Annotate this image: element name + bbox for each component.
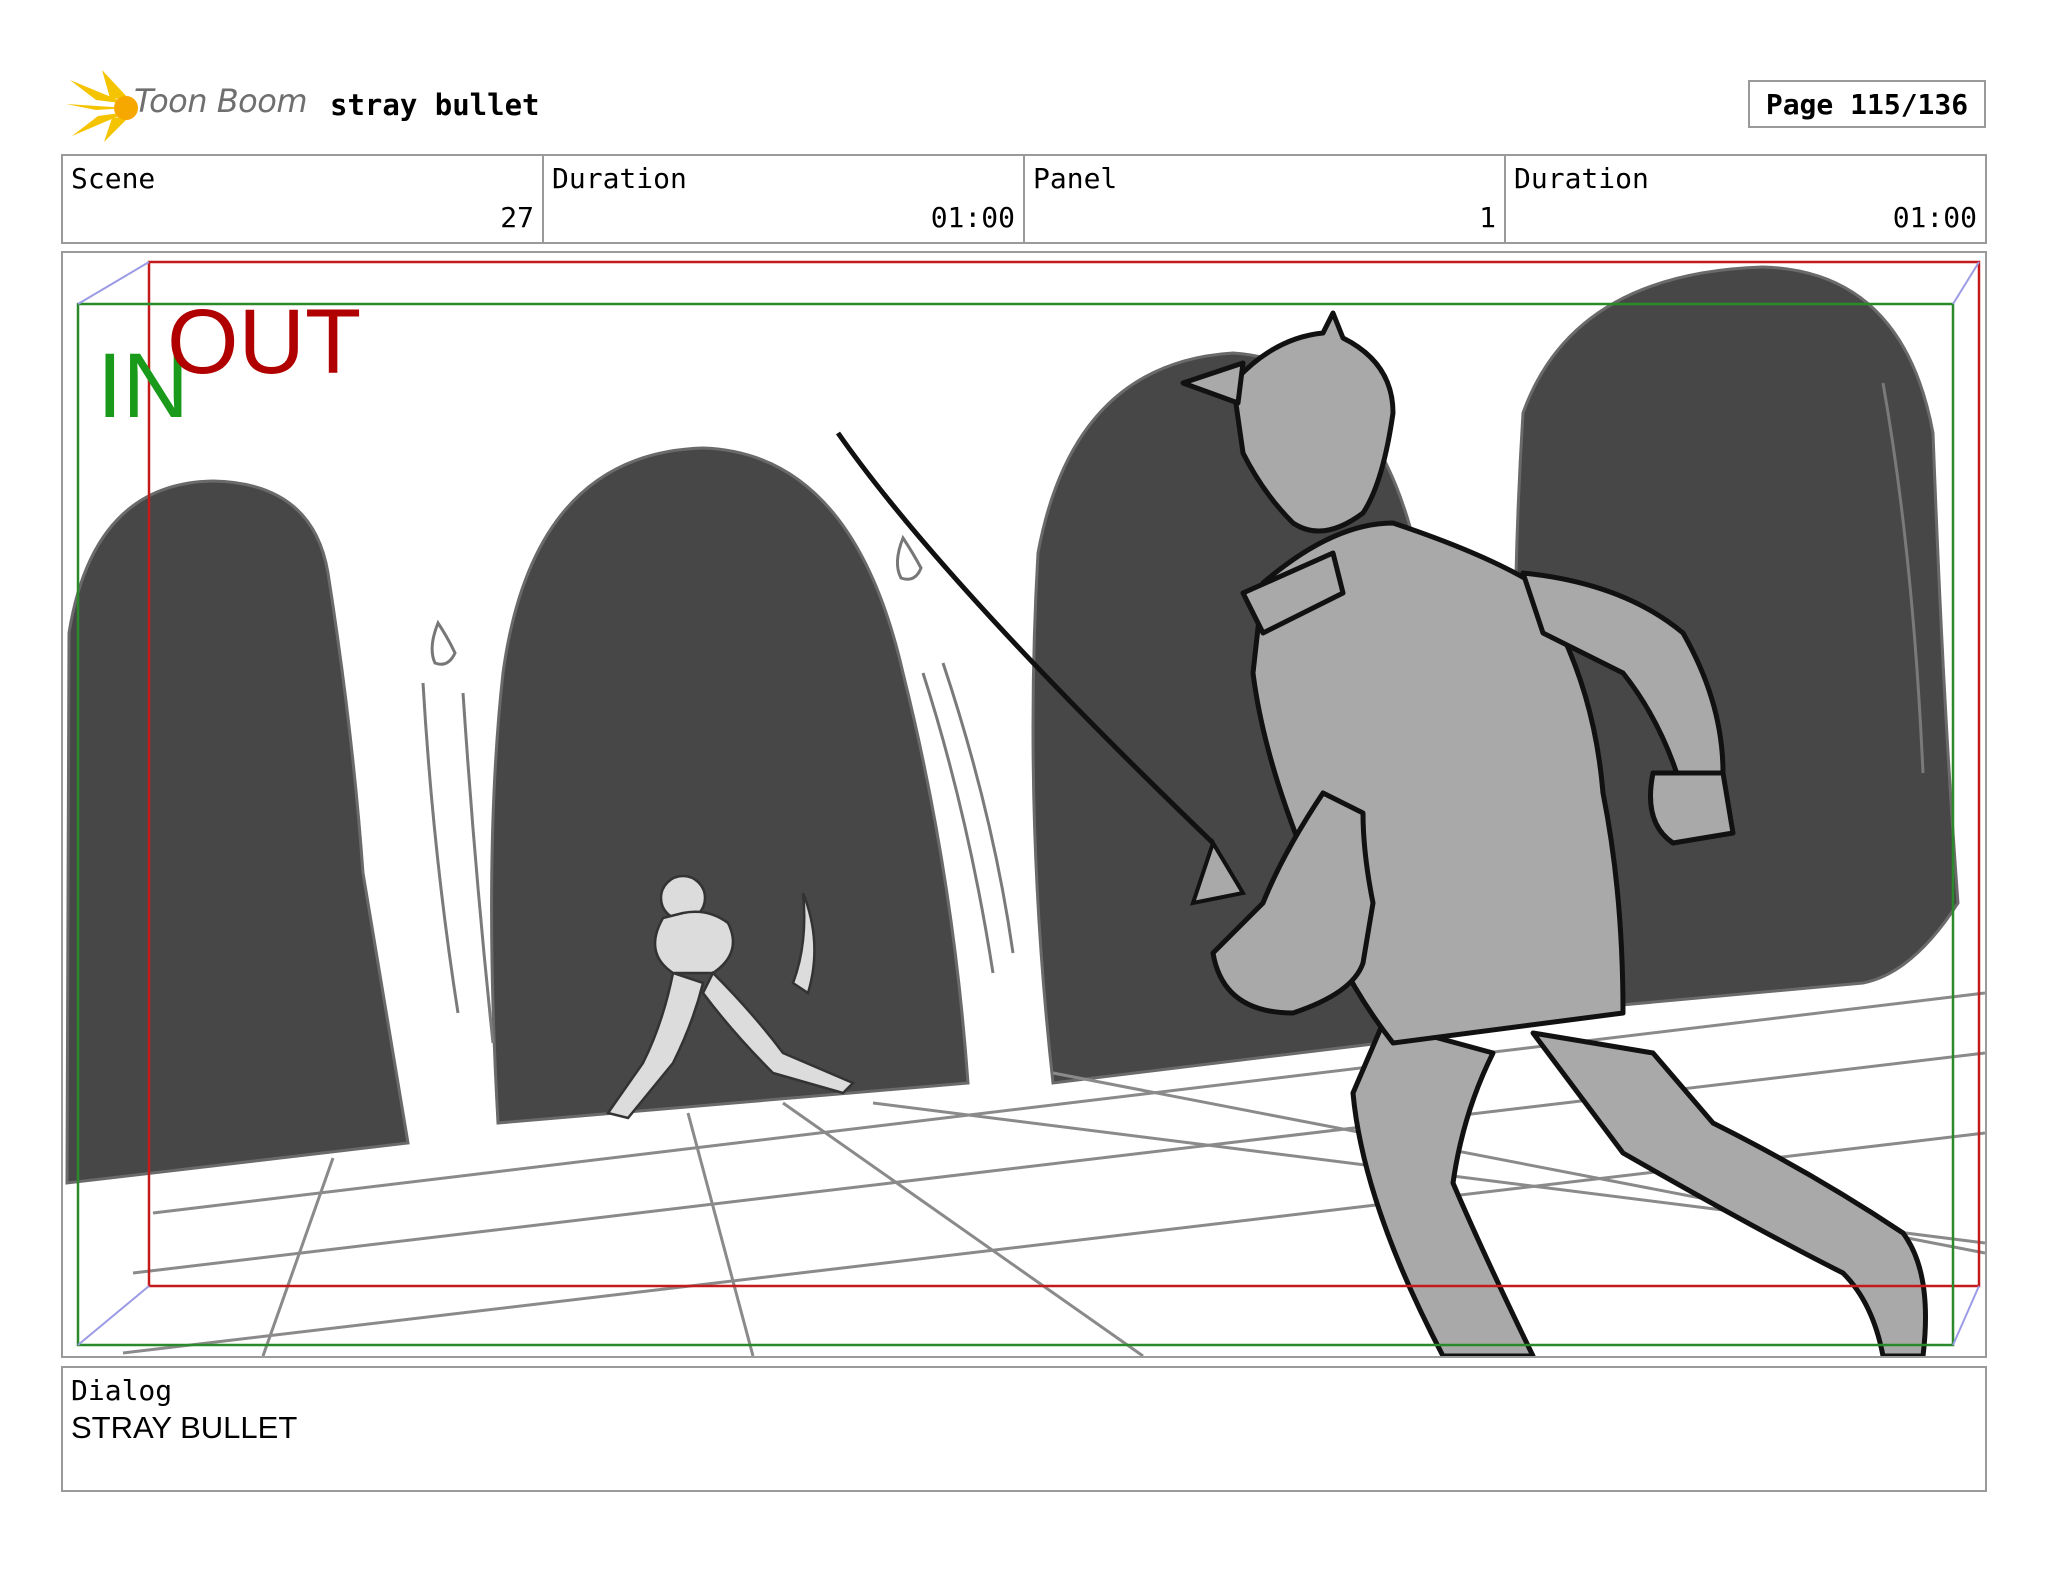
- dialog-text: STRAY BULLET: [71, 1410, 298, 1445]
- panel-info-row: Scene 27 Duration 01:00 Panel 1 Duration…: [61, 154, 1987, 244]
- storyboard-panel: IN OUT: [61, 251, 1987, 1358]
- scene-value: 27: [500, 201, 534, 234]
- panel-duration-value: 01:00: [1892, 201, 1977, 234]
- torch-right: [896, 534, 923, 581]
- dialog-box: Dialog STRAY BULLET: [61, 1366, 1987, 1492]
- panel-value: 1: [1479, 201, 1496, 234]
- panel-duration-label: Duration: [1514, 162, 1649, 195]
- scene-cell: Scene 27: [63, 156, 544, 242]
- panel-cell: Panel 1: [1025, 156, 1506, 242]
- dialog-label: Dialog: [71, 1374, 173, 1407]
- page-indicator: Page 115/136: [1748, 80, 1986, 128]
- scene-duration-label: Duration: [552, 162, 687, 195]
- torch-left: [430, 619, 457, 666]
- storyboard-sketch: IN OUT: [65, 260, 1985, 1356]
- scene-label: Scene: [71, 162, 156, 195]
- scene-duration-cell: Duration 01:00: [544, 156, 1025, 242]
- project-title: stray bullet: [330, 88, 540, 122]
- panel-label: Panel: [1033, 162, 1118, 195]
- logo-text: Toon Boom: [134, 82, 307, 120]
- rock-pillar-1: [65, 479, 410, 1185]
- out-marker: OUT: [167, 291, 361, 393]
- scene-duration-value: 01:00: [930, 201, 1015, 234]
- panel-duration-cell: Duration 01:00: [1506, 156, 1985, 242]
